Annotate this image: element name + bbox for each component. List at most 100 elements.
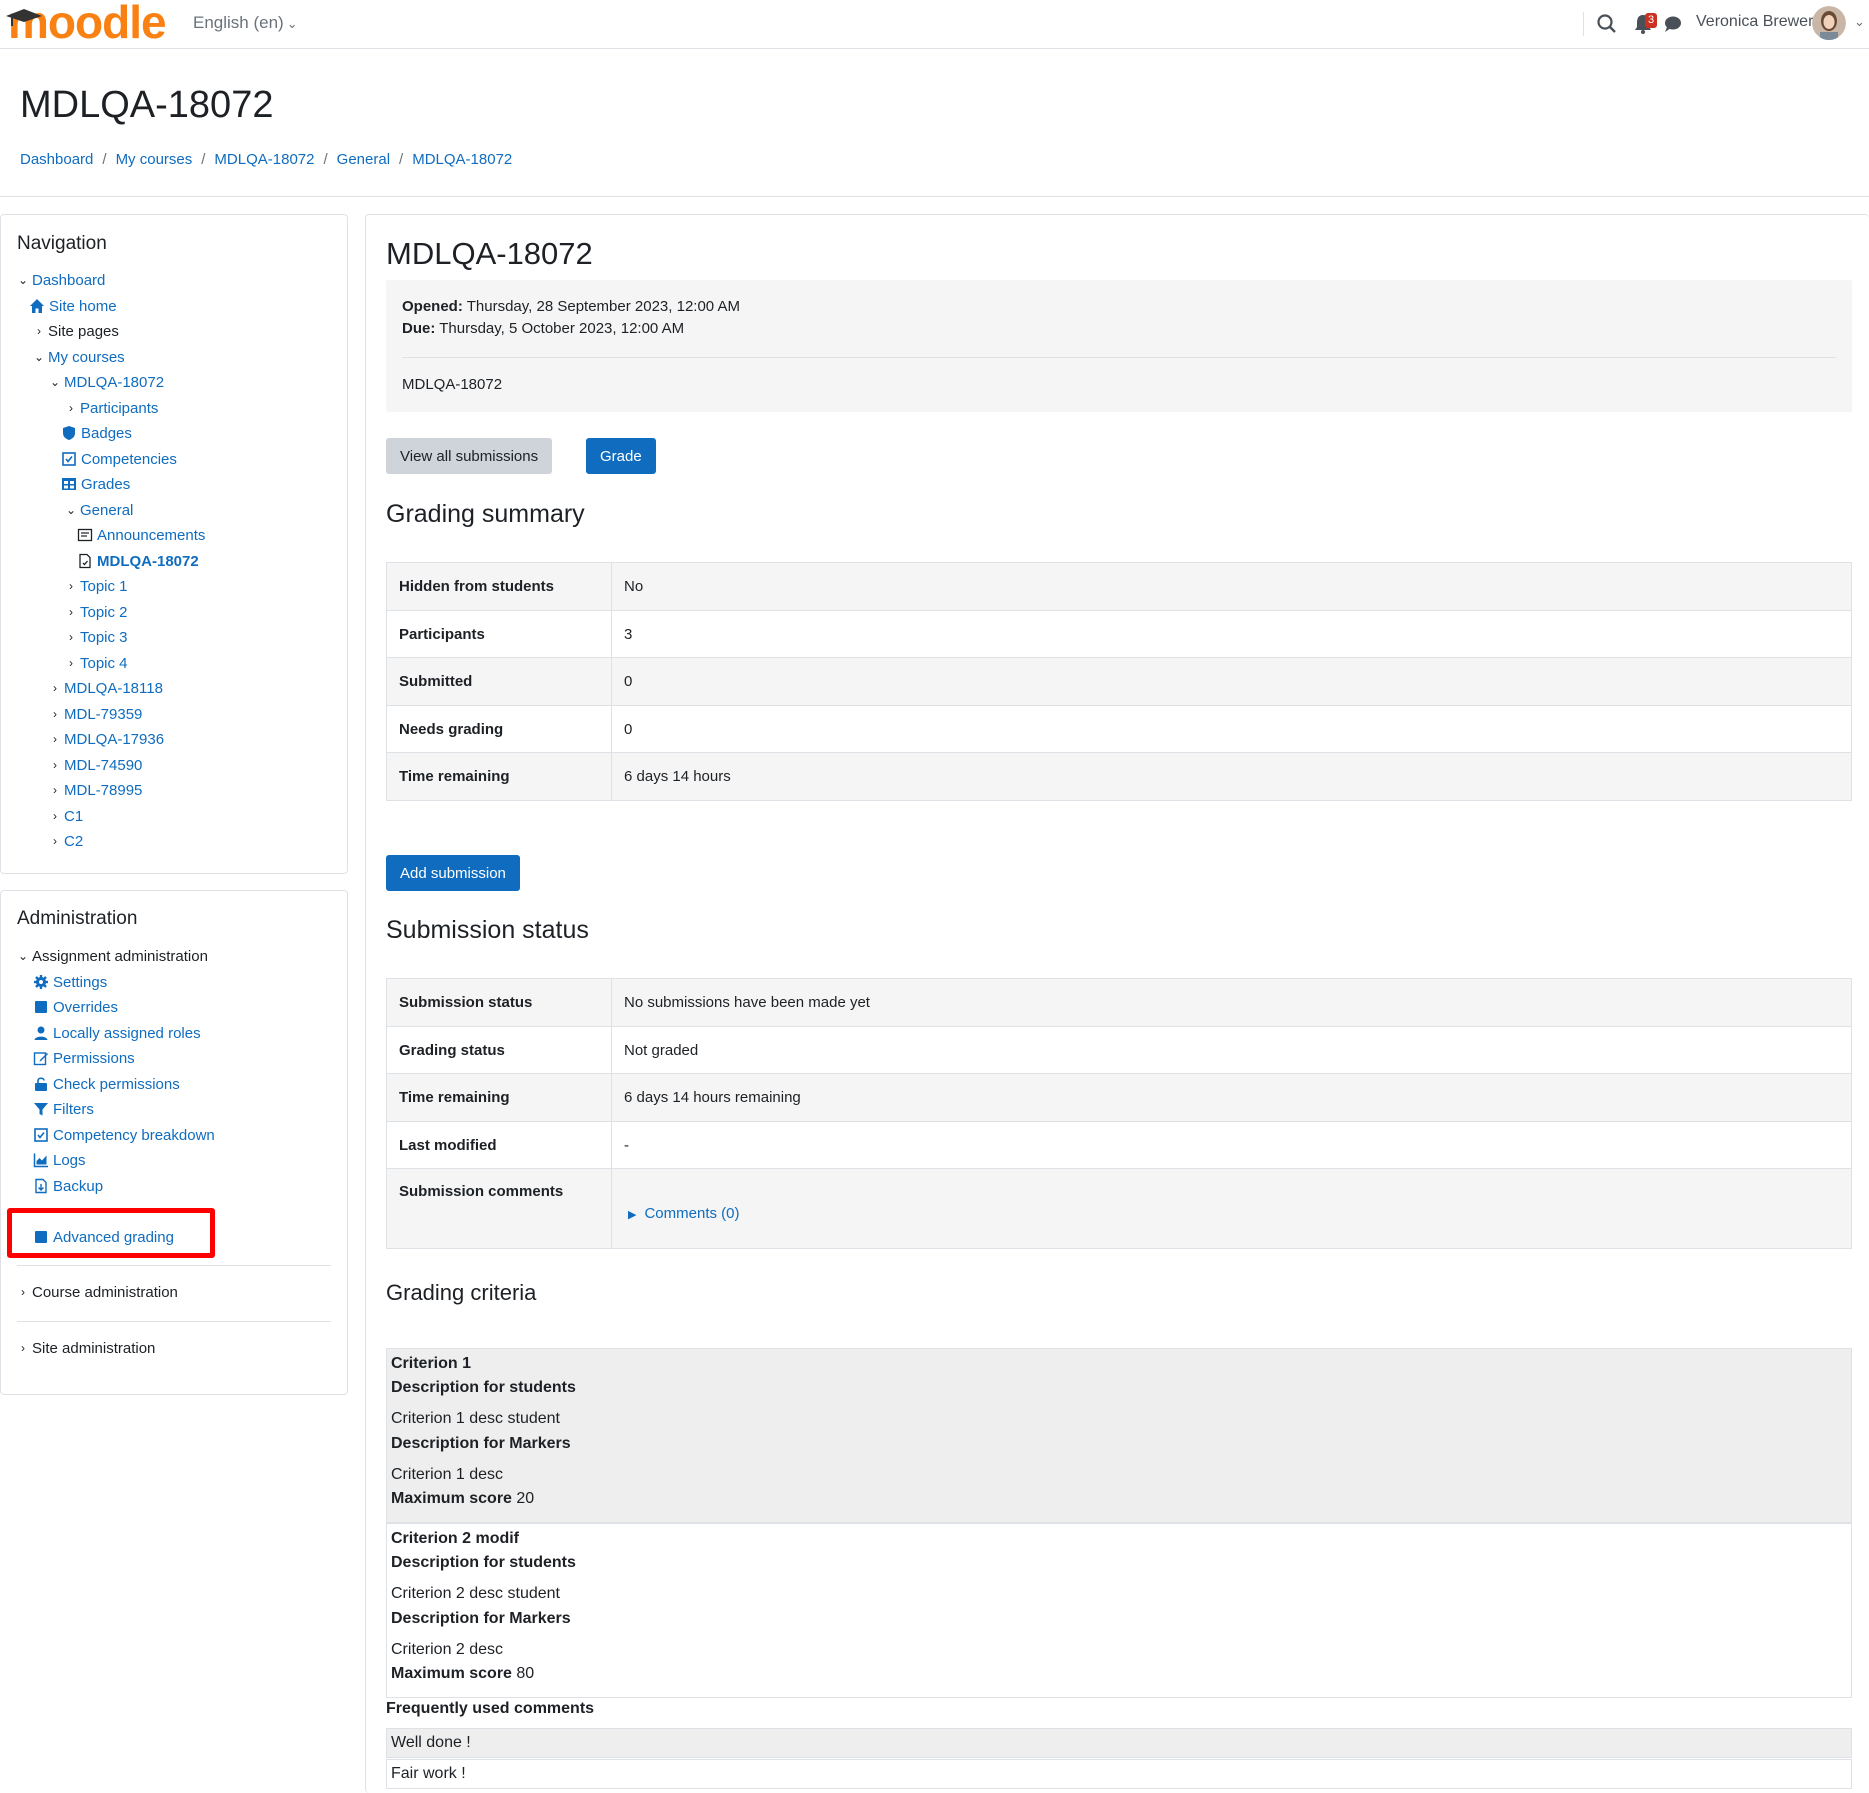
home-icon xyxy=(30,299,44,313)
opened-date: Opened: Thursday, 28 September 2023, 12:… xyxy=(402,298,740,315)
markers-desc-label: Description for Markers xyxy=(391,1435,571,1452)
breadcrumb-dashboard[interactable]: Dashboard xyxy=(20,151,93,168)
nav-item-topic-4[interactable]: › Topic 4 xyxy=(64,653,128,673)
nav-item-assignment-administration[interactable]: ⌄ Assignment administration xyxy=(16,946,208,966)
filter-icon xyxy=(34,1103,48,1116)
nav-item-label: Check permissions xyxy=(53,1075,180,1093)
nav-item-current-assignment[interactable]: MDLQA-18072 xyxy=(77,551,199,571)
nav-item-course-c2[interactable]: › C2 xyxy=(48,831,83,851)
row-label: Participants xyxy=(386,610,612,658)
add-submission-button[interactable]: Add submission xyxy=(386,855,520,891)
avatar[interactable] xyxy=(1812,6,1846,40)
nav-item-badges[interactable]: Badges xyxy=(61,423,132,443)
edit-icon xyxy=(33,1052,48,1066)
nav-item-topic-2[interactable]: › Topic 2 xyxy=(64,602,128,622)
file-icon xyxy=(35,1178,47,1194)
students-desc-label: Description for students xyxy=(391,1554,576,1571)
frequent-comment-item: Fair work ! xyxy=(386,1759,1852,1789)
nav-item-course-mdlqa-18118[interactable]: › MDLQA-18118 xyxy=(48,678,163,698)
admin-divider xyxy=(17,1321,331,1322)
admin-item-permissions[interactable]: Permissions xyxy=(33,1048,135,1068)
view-all-submissions-button[interactable]: View all submissions xyxy=(386,438,553,474)
top-navbar: moodle English (en) ⌄ 3 Veronica Brewer ⌄ xyxy=(0,0,1869,49)
admin-divider xyxy=(17,1265,331,1266)
navigation-block-title: Navigation xyxy=(17,233,107,254)
row-label: Time remaining xyxy=(386,752,612,801)
breadcrumb-course[interactable]: MDLQA-18072 xyxy=(214,151,314,168)
nav-item-my-courses[interactable]: ⌄ My courses xyxy=(32,347,125,367)
admin-item-filters[interactable]: Filters xyxy=(33,1099,94,1119)
students-desc: Criterion 2 desc student xyxy=(391,1585,560,1602)
language-menu[interactable]: English (en) ⌄ xyxy=(193,13,298,33)
nav-item-course-mdl-79359[interactable]: › MDL-79359 xyxy=(48,704,142,724)
nav-item-course-mdl-78995[interactable]: › MDL-78995 xyxy=(48,780,142,800)
comments-toggle[interactable]: ▶ Comments (0) xyxy=(628,1205,740,1222)
chevron-right-icon: › xyxy=(37,324,41,338)
nav-item-course-mdlqa-17936[interactable]: › MDLQA-17936 xyxy=(48,729,164,749)
nav-item-dashboard[interactable]: ⌄ Dashboard xyxy=(16,270,105,290)
nav-item-site-pages[interactable]: › Site pages xyxy=(32,321,119,341)
admin-item-overrides[interactable]: Overrides xyxy=(33,997,118,1017)
nav-item-label: Topic 3 xyxy=(80,628,128,646)
nav-item-course-mdlqa-18072[interactable]: ⌄ MDLQA-18072 xyxy=(48,372,164,392)
user-menu-chevron-icon[interactable]: ⌄ xyxy=(1854,14,1865,30)
nav-item-grades[interactable]: Grades xyxy=(61,474,130,494)
table-row: Participants 3 xyxy=(386,610,1852,658)
admin-item-locally-assigned-roles[interactable]: Locally assigned roles xyxy=(33,1023,201,1043)
chevron-down-icon: ⌄ xyxy=(49,375,61,389)
nav-item-course-mdl-74590[interactable]: › MDL-74590 xyxy=(48,755,142,775)
row-value: 6 days 14 hours xyxy=(611,752,1852,801)
table-row: Time remaining 6 days 14 hours remaining xyxy=(386,1073,1852,1122)
checkbox-icon xyxy=(62,452,76,466)
nav-item-topic-1[interactable]: › Topic 1 xyxy=(64,576,128,596)
nav-item-label: MDL-79359 xyxy=(64,705,143,723)
nav-item-general[interactable]: ⌄ General xyxy=(64,500,133,520)
nav-item-site-home[interactable]: Site home xyxy=(29,296,117,316)
chevron-right-icon: › xyxy=(53,758,57,772)
breadcrumb-assignment[interactable]: MDLQA-18072 xyxy=(412,151,512,168)
row-value: No xyxy=(611,562,1852,611)
breadcrumb-my-courses[interactable]: My courses xyxy=(116,151,193,168)
max-score-value: 80 xyxy=(516,1665,535,1682)
user-name[interactable]: Veronica Brewer xyxy=(1696,13,1813,31)
admin-item-check-permissions[interactable]: Check permissions xyxy=(33,1074,180,1094)
admin-item-logs[interactable]: Logs xyxy=(33,1150,86,1170)
nav-item-course-c1[interactable]: › C1 xyxy=(48,806,83,826)
nav-item-announcements[interactable]: Announcements xyxy=(77,525,205,545)
markers-desc: Criterion 2 desc xyxy=(391,1641,504,1658)
nav-item-competencies[interactable]: Competencies xyxy=(61,449,177,469)
grade-button[interactable]: Grade xyxy=(586,438,656,474)
nav-item-label: MDLQA-18118 xyxy=(64,679,163,697)
chevron-right-icon: › xyxy=(53,732,57,746)
nav-item-label: Grades xyxy=(81,475,131,493)
row-label: Grading status xyxy=(386,1026,612,1074)
nav-item-site-administration[interactable]: › Site administration xyxy=(16,1338,155,1358)
row-value: - xyxy=(611,1121,1852,1169)
search-icon[interactable] xyxy=(1594,11,1620,37)
grading-summary-heading: Grading summary xyxy=(386,500,585,528)
row-value: 6 days 14 hours remaining xyxy=(611,1073,1852,1122)
chevron-right-icon: › xyxy=(69,605,73,619)
students-desc: Criterion 1 desc student xyxy=(391,1410,560,1427)
admin-item-competency-breakdown[interactable]: Competency breakdown xyxy=(33,1125,215,1145)
nav-item-label: Settings xyxy=(53,973,108,991)
admin-item-backup[interactable]: Backup xyxy=(33,1176,103,1196)
chat-icon[interactable] xyxy=(1660,11,1686,37)
table-icon xyxy=(62,478,76,490)
nav-item-participants[interactable]: › Participants xyxy=(64,398,158,418)
forum-icon xyxy=(77,528,93,542)
dates-divider xyxy=(402,357,1836,358)
due-value: Thursday, 5 October 2023, 12:00 AM xyxy=(439,320,685,337)
admin-item-settings[interactable]: Settings xyxy=(33,972,107,992)
nav-item-topic-3[interactable]: › Topic 3 xyxy=(64,627,128,647)
nav-item-label: Backup xyxy=(53,1177,104,1195)
nav-item-label: Assignment administration xyxy=(32,947,208,965)
navbar-divider xyxy=(1583,12,1584,36)
chevron-right-icon: › xyxy=(53,834,57,848)
moodle-logo[interactable]: moodle xyxy=(4,0,184,48)
row-label: Hidden from students xyxy=(386,562,612,611)
row-value: 3 xyxy=(611,610,1852,658)
nav-item-course-administration[interactable]: › Course administration xyxy=(16,1282,178,1302)
opened-value: Thursday, 28 September 2023, 12:00 AM xyxy=(466,298,740,315)
breadcrumb-section[interactable]: General xyxy=(337,151,390,168)
